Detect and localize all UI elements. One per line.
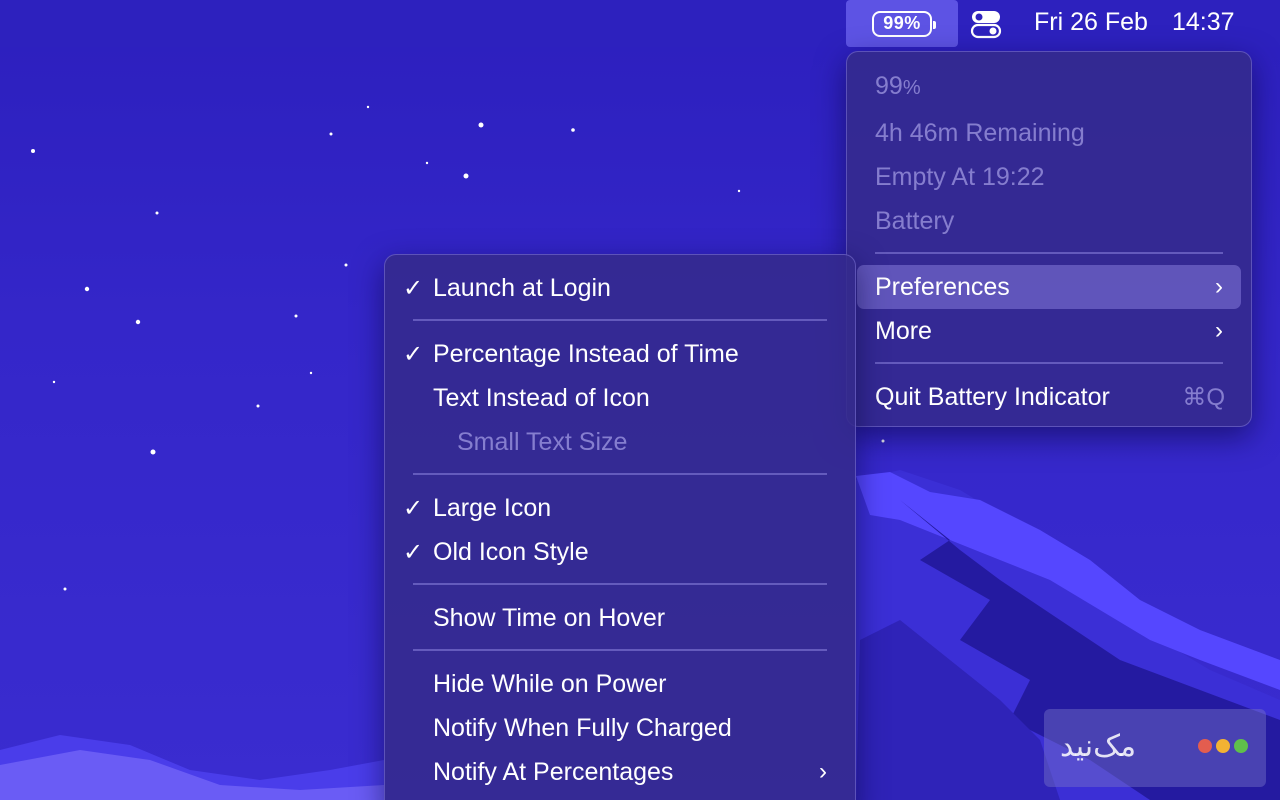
percent-unit: %	[902, 76, 921, 99]
watermark-logo: مک‌نید	[1044, 709, 1266, 787]
small-text-size-label: Small Text Size	[457, 427, 628, 456]
preferences-menu-item[interactable]: Preferences ›	[857, 265, 1241, 309]
quit-shortcut: ⌘Q	[1182, 383, 1225, 411]
watermark-dots	[1198, 739, 1248, 753]
hide-while-on-power-item[interactable]: Hide While on Power	[395, 662, 845, 706]
control-center-icon[interactable]	[966, 9, 1006, 39]
battery-status-item[interactable]: 99%	[846, 0, 958, 47]
battery-icon: 99%	[872, 10, 936, 37]
percentage-instead-of-time-label: Percentage Instead of Time	[433, 339, 739, 368]
text-instead-of-icon-item[interactable]: Text Instead of Icon	[395, 376, 845, 420]
empty-at-item: Empty At 19:22	[857, 155, 1241, 199]
red-dot	[1198, 739, 1212, 753]
menu-separator	[413, 473, 827, 475]
empty-at-label: Empty At 19:22	[875, 162, 1045, 191]
launch-at-login-label: Launch at Login	[433, 273, 611, 302]
percentage-instead-of-time-item[interactable]: ✓ Percentage Instead of Time	[395, 332, 845, 376]
chevron-right-icon: ›	[1215, 317, 1223, 344]
green-dot	[1234, 739, 1248, 753]
preferences-submenu: ✓ Launch at Login ✓ Percentage Instead o…	[384, 254, 856, 800]
notify-at-percentages-label: Notify At Percentages	[433, 757, 674, 786]
checkmark-icon: ✓	[403, 538, 424, 566]
remaining-time-item: 4h 46m Remaining	[857, 111, 1241, 155]
more-menu-item[interactable]: More ›	[857, 309, 1241, 353]
chevron-right-icon: ›	[1215, 273, 1223, 300]
more-label: More	[875, 316, 932, 345]
menu-separator	[875, 252, 1223, 254]
remaining-time-label: 4h 46m Remaining	[875, 118, 1085, 147]
menu-separator	[413, 583, 827, 585]
small-text-size-item: Small Text Size	[395, 420, 845, 464]
yellow-dot	[1216, 739, 1230, 753]
large-icon-item[interactable]: ✓ Large Icon	[395, 486, 845, 530]
menu-separator	[413, 319, 827, 321]
watermark-text: مک‌نید	[1060, 729, 1137, 764]
launch-at-login-item[interactable]: ✓ Launch at Login	[395, 266, 845, 310]
percent-value: 99	[875, 71, 903, 100]
quit-label: Quit Battery Indicator	[875, 382, 1110, 411]
power-source-label: Battery	[875, 206, 955, 235]
menubar-time[interactable]: 14:37	[1172, 8, 1235, 38]
checkmark-icon: ✓	[403, 274, 424, 302]
large-icon-label: Large Icon	[433, 493, 552, 522]
menu-separator	[875, 362, 1223, 364]
quit-menu-item[interactable]: Quit Battery Indicator ⌘Q	[857, 375, 1241, 419]
notify-when-fully-charged-item[interactable]: Notify When Fully Charged	[395, 706, 845, 750]
power-source-item: Battery	[857, 199, 1241, 243]
checkmark-icon: ✓	[403, 494, 424, 522]
battery-menu: 99% 4h 46m Remaining Empty At 19:22 Batt…	[846, 51, 1252, 427]
hide-while-on-power-label: Hide While on Power	[433, 669, 667, 698]
battery-percent-label: 99%	[875, 72, 921, 101]
text-instead-of-icon-label: Text Instead of Icon	[433, 383, 650, 412]
old-icon-style-item[interactable]: ✓ Old Icon Style	[395, 530, 845, 574]
old-icon-style-label: Old Icon Style	[433, 537, 589, 566]
battery-percent-text: 99%	[883, 13, 921, 33]
notify-when-fully-charged-label: Notify When Fully Charged	[433, 713, 732, 742]
menu-bar: 99% Fri 26 Feb 14:37	[0, 0, 1280, 47]
menu-separator	[413, 649, 827, 651]
checkmark-icon: ✓	[403, 340, 424, 368]
notify-at-percentages-item[interactable]: Notify At Percentages ›	[395, 750, 845, 794]
menubar-date[interactable]: Fri 26 Feb	[1034, 8, 1148, 38]
show-time-on-hover-item[interactable]: Show Time on Hover	[395, 596, 845, 640]
battery-percent-item: 99%	[857, 64, 1241, 108]
preferences-label: Preferences	[875, 272, 1010, 301]
chevron-right-icon: ›	[819, 758, 827, 785]
show-time-on-hover-label: Show Time on Hover	[433, 603, 666, 632]
